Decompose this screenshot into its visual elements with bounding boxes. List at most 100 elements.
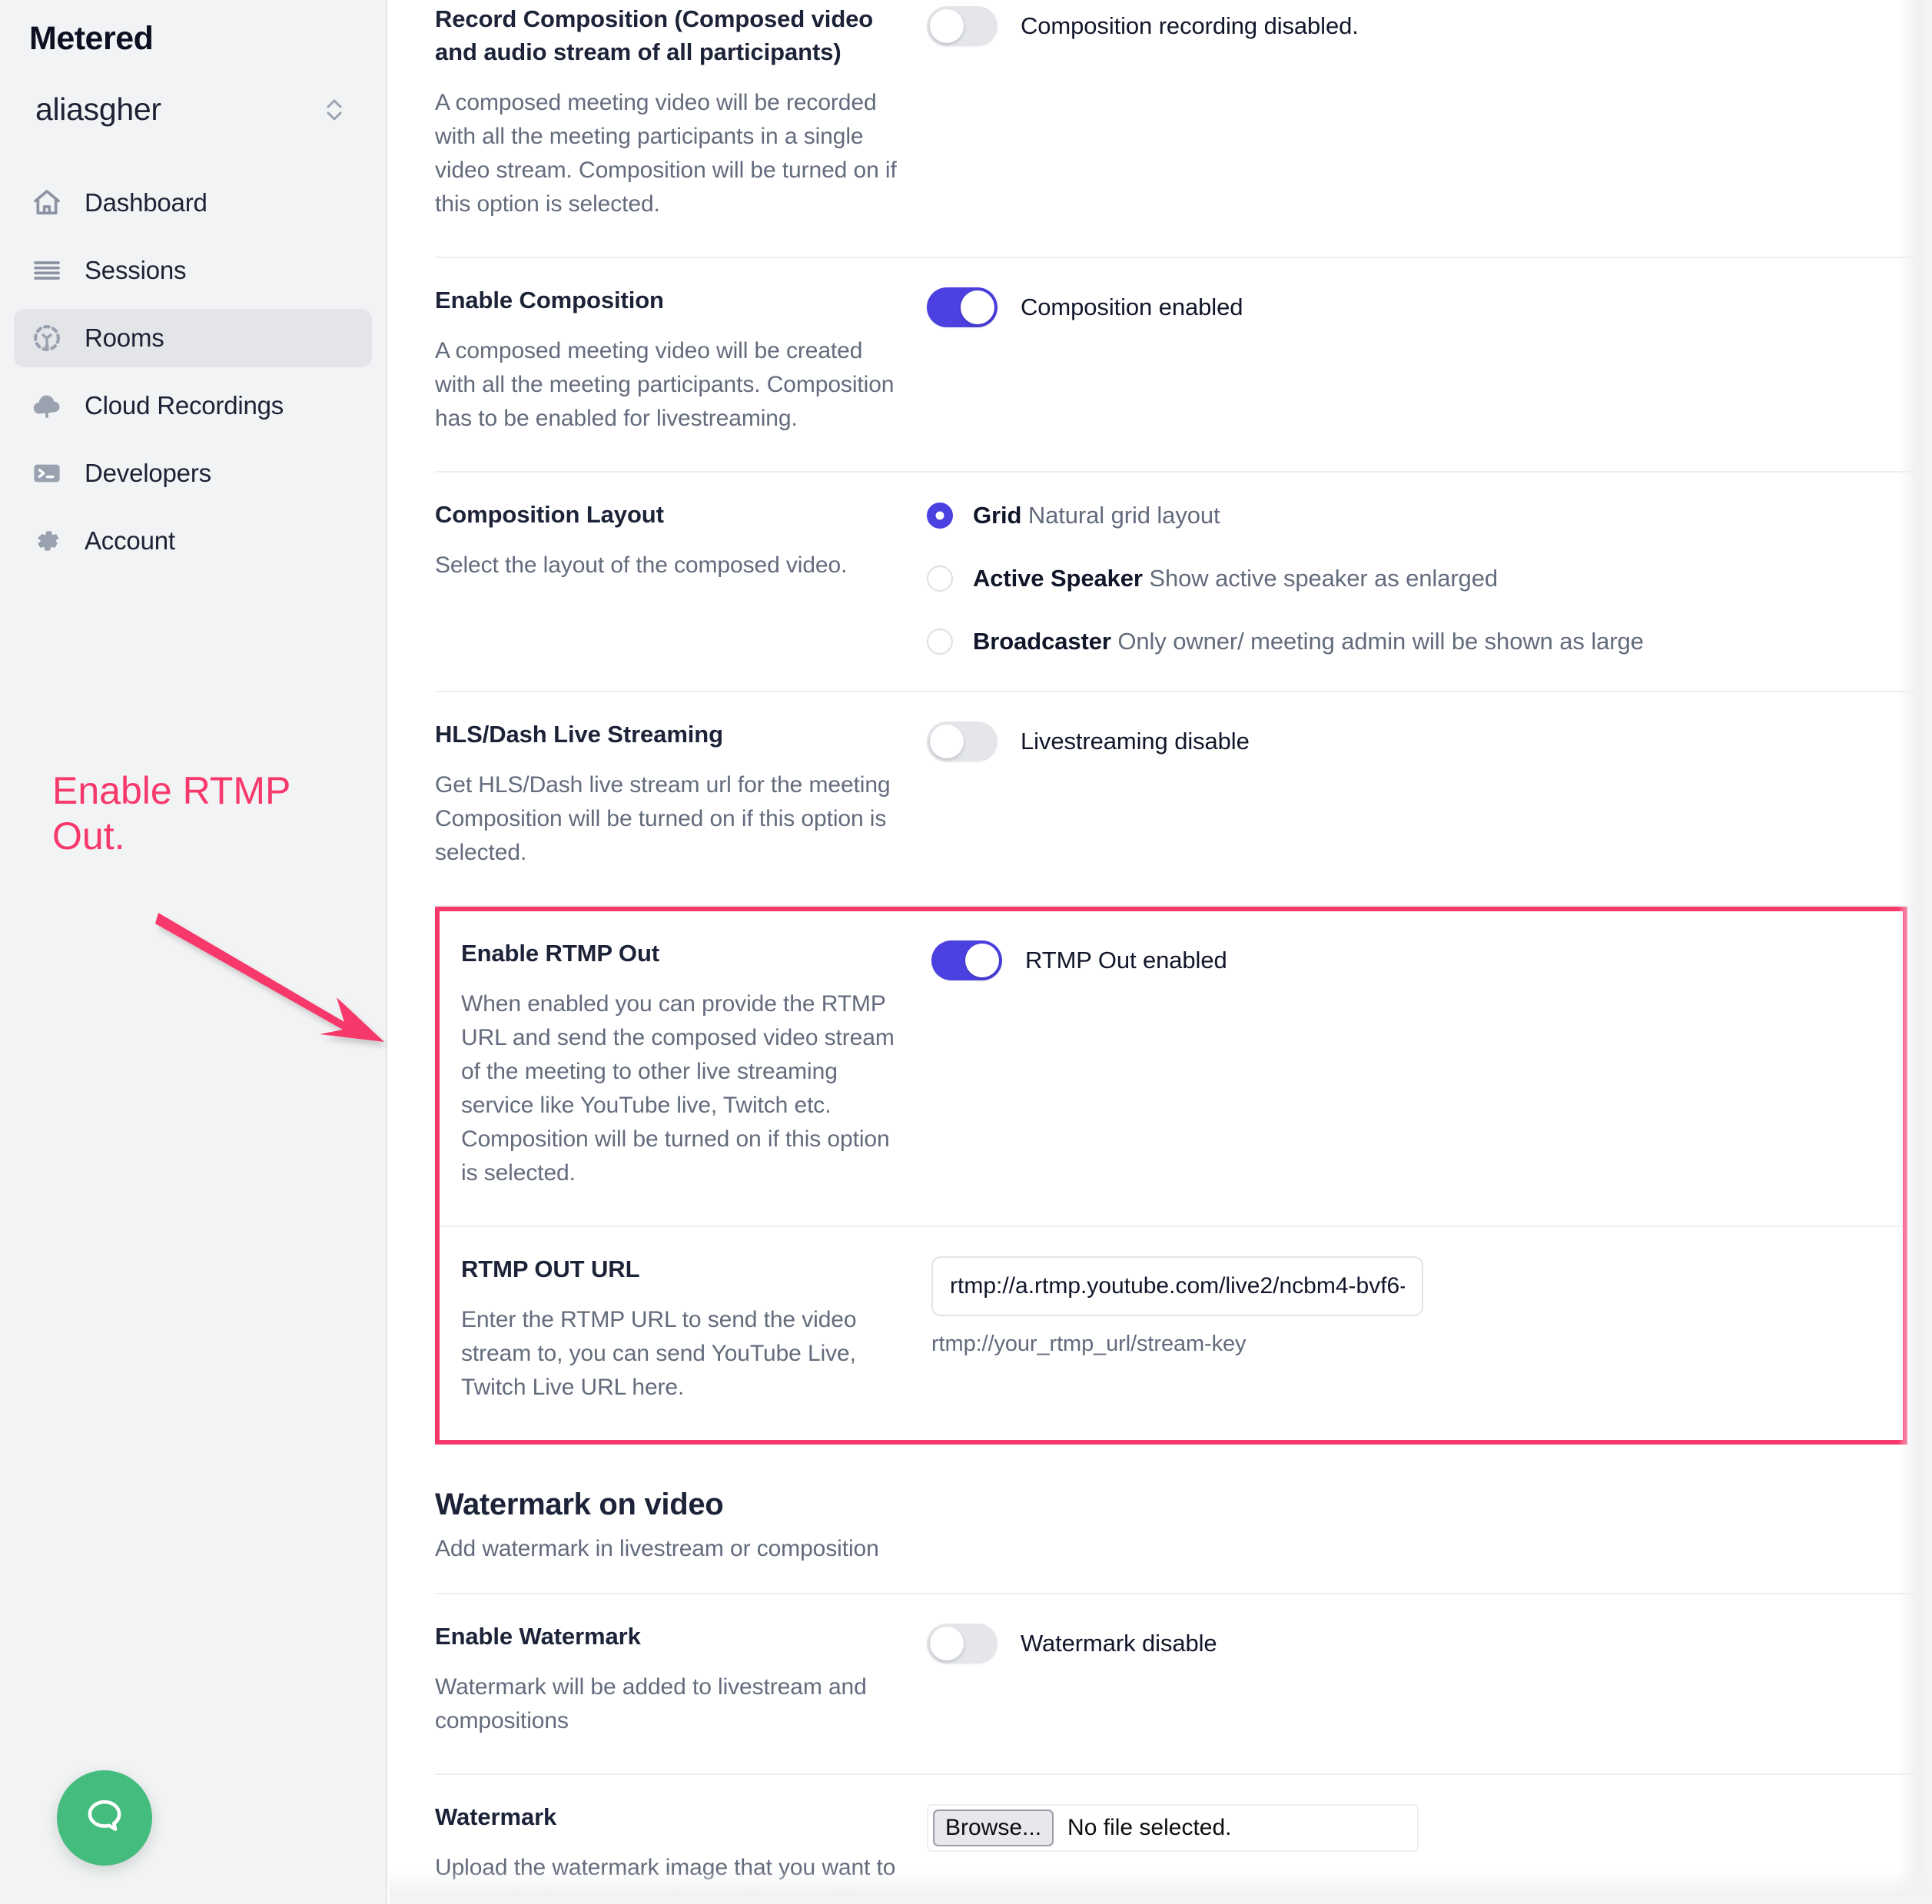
- toggle-knob: [930, 1627, 964, 1661]
- settings-list: Record Composition (Composed video and a…: [387, 0, 1932, 1904]
- setting-right: Composition enabled: [927, 284, 1932, 327]
- setting-left: Composition Layout Select the layout of …: [435, 499, 927, 582]
- setting-row-enable-composition: Enable Composition A composed meeting vi…: [435, 258, 1932, 473]
- watermark-section-header: Watermark on video Add watermark in live…: [435, 1445, 1932, 1595]
- rooms-icon: [31, 322, 63, 354]
- setting-right: rtmp://your_rtmp_url/stream-key: [931, 1253, 1881, 1357]
- setting-description: A composed meeting video will be created…: [435, 337, 895, 431]
- radio-indicator[interactable]: [927, 628, 953, 655]
- browse-button[interactable]: Browse...: [933, 1809, 1054, 1847]
- annotation-label: Enable RTMP Out.: [52, 769, 291, 857]
- toggle-status-label: Composition enabled: [1021, 293, 1243, 320]
- setting-right: Browse... No file selected.: [927, 1801, 1932, 1853]
- setting-left: Enable RTMP Out When enabled you can pro…: [461, 937, 931, 1190]
- radio-option-text: Grid Natural grid layout: [973, 502, 1220, 529]
- gear-icon: [31, 525, 63, 557]
- setting-right: Grid Natural grid layout Active Speaker …: [927, 499, 1932, 655]
- rtmp-out-highlight-box: Enable RTMP Out When enabled you can pro…: [435, 907, 1907, 1445]
- setting-description: Upload the watermark image that you want…: [435, 1855, 896, 1904]
- setting-title: HLS/Dash Live Streaming: [435, 720, 723, 748]
- sidebar-item-label: Rooms: [85, 323, 164, 352]
- radio-option-name: Broadcaster: [973, 627, 1111, 655]
- setting-title: Enable RTMP Out: [461, 940, 660, 967]
- setting-right: Composition recording disabled.: [927, 3, 1932, 46]
- sidebar-item-cloud-recordings[interactable]: Cloud Recordings: [14, 376, 372, 435]
- enable-composition-toggle[interactable]: [927, 287, 998, 327]
- radio-option-active-speaker[interactable]: Active Speaker Show active speaker as en…: [927, 565, 1932, 592]
- setting-left: HLS/Dash Live Streaming Get HLS/Dash liv…: [435, 718, 927, 870]
- workspace-name: aliasgher: [35, 91, 161, 127]
- sidebar-item-developers[interactable]: Developers: [14, 444, 372, 503]
- section-subtitle: Add watermark in livestream or compositi…: [435, 1536, 879, 1562]
- sidebar-item-label: Developers: [85, 459, 211, 487]
- setting-left: Enable Composition A composed meeting vi…: [435, 284, 927, 436]
- hls-dash-toggle-row: Livestreaming disable: [927, 721, 1932, 761]
- radio-option-name: Grid: [973, 501, 1022, 529]
- rtmp-out-url-hint: rtmp://your_rtmp_url/stream-key: [931, 1332, 1247, 1357]
- record-composition-toggle-row: Composition recording disabled.: [927, 6, 1932, 46]
- sidebar-item-dashboard[interactable]: Dashboard: [14, 174, 372, 232]
- radio-option-broadcaster[interactable]: Broadcaster Only owner/ meeting admin wi…: [927, 628, 1932, 655]
- enable-watermark-toggle[interactable]: [927, 1624, 998, 1664]
- setting-title: Watermark: [435, 1803, 557, 1831]
- app-root: Metered aliasgher Dashboard Sessions Roo…: [0, 0, 1932, 1904]
- radio-option-grid[interactable]: Grid Natural grid layout: [927, 502, 1932, 529]
- setting-title: RTMP OUT URL: [461, 1256, 640, 1283]
- sidebar-item-rooms[interactable]: Rooms: [14, 309, 372, 367]
- setting-description: A composed meeting video will be recorde…: [435, 89, 897, 217]
- setting-row-record-composition: Record Composition (Composed video and a…: [435, 0, 1932, 258]
- cloud-upload-icon: [31, 390, 63, 422]
- setting-row-composition-layout: Composition Layout Select the layout of …: [435, 473, 1932, 692]
- home-icon: [31, 187, 63, 219]
- radio-indicator[interactable]: [927, 565, 953, 592]
- setting-row-rtmp-out-url: RTMP OUT URL Enter the RTMP URL to send …: [440, 1227, 1903, 1440]
- radio-option-text: Active Speaker Show active speaker as en…: [973, 565, 1498, 592]
- watermark-file-picker[interactable]: Browse... No file selected.: [927, 1804, 1419, 1853]
- hls-dash-toggle[interactable]: [927, 721, 998, 761]
- enable-composition-toggle-row: Composition enabled: [927, 287, 1932, 327]
- toggle-knob: [961, 290, 994, 324]
- setting-row-enable-watermark: Enable Watermark Watermark will be added…: [435, 1594, 1932, 1776]
- setting-left: Watermark Upload the watermark image tha…: [435, 1801, 927, 1904]
- setting-title: Record Composition (Composed video and a…: [435, 5, 874, 65]
- radio-option-desc: Natural grid layout: [1027, 501, 1220, 529]
- chat-bubble-icon: [82, 1794, 127, 1843]
- enable-rtmp-out-toggle[interactable]: [931, 940, 1002, 980]
- radio-option-name: Active Speaker: [973, 564, 1143, 592]
- section-title: Watermark on video: [435, 1488, 724, 1522]
- terminal-icon: [31, 457, 63, 489]
- workspace-switcher[interactable]: aliasgher: [35, 91, 344, 128]
- main-content: Record Composition (Composed video and a…: [387, 0, 1932, 1904]
- toggle-status-label: Composition recording disabled.: [1021, 12, 1359, 39]
- sidebar-item-label: Cloud Recordings: [85, 391, 284, 420]
- sidebar: Metered aliasgher Dashboard Sessions Roo…: [0, 0, 387, 1904]
- radio-option-text: Broadcaster Only owner/ meeting admin wi…: [973, 628, 1644, 655]
- setting-title: Enable Watermark: [435, 1623, 641, 1650]
- toggle-status-label: RTMP Out enabled: [1025, 947, 1227, 974]
- list-icon: [31, 254, 63, 287]
- brand-logo: Metered: [29, 20, 154, 57]
- toggle-knob: [965, 944, 999, 977]
- rtmp-out-url-input[interactable]: [931, 1256, 1423, 1317]
- chevron-updown-icon: [324, 96, 344, 124]
- toggle-status-label: Watermark disable: [1021, 1630, 1217, 1657]
- setting-right: RTMP Out enabled: [931, 937, 1881, 980]
- file-status-label: No file selected.: [1067, 1815, 1232, 1841]
- radio-indicator[interactable]: [927, 502, 953, 529]
- toggle-status-label: Livestreaming disable: [1021, 727, 1250, 755]
- setting-row-watermark-upload: Watermark Upload the watermark image tha…: [435, 1775, 1932, 1904]
- setting-right: Livestreaming disable: [927, 718, 1932, 761]
- sidebar-item-account[interactable]: Account: [14, 512, 372, 570]
- support-chat-button[interactable]: [57, 1770, 152, 1866]
- record-composition-toggle[interactable]: [927, 6, 998, 46]
- setting-row-hls-dash: HLS/Dash Live Streaming Get HLS/Dash liv…: [435, 692, 1932, 907]
- sidebar-item-label: Dashboard: [85, 188, 207, 217]
- sidebar-item-label: Sessions: [85, 256, 187, 284]
- setting-left: Enable Watermark Watermark will be added…: [435, 1620, 927, 1738]
- setting-title: Enable Composition: [435, 286, 664, 313]
- setting-title: Composition Layout: [435, 500, 664, 528]
- sidebar-item-sessions[interactable]: Sessions: [14, 241, 372, 300]
- annotation-arrow: [155, 913, 384, 1042]
- setting-description: Get HLS/Dash live stream url for the mee…: [435, 771, 891, 865]
- sidebar-nav: Dashboard Sessions Rooms Cloud Recording…: [0, 174, 386, 570]
